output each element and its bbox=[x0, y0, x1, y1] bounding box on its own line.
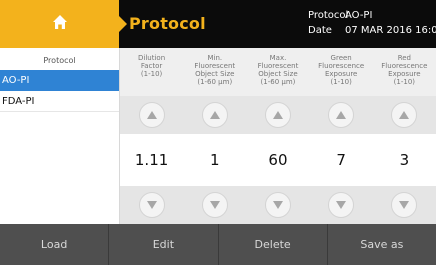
column-headers: Dilution Factor (1-10) Min. Fluorescent Ob… bbox=[120, 48, 436, 96]
protocol-item-ao-pi[interactable]: AO-PI bbox=[0, 70, 119, 91]
chevron-up-icon bbox=[336, 111, 347, 119]
protocol-label: Protocol bbox=[308, 10, 349, 21]
home-button[interactable] bbox=[0, 0, 119, 48]
column-header: Max. Fluorescent Object Size (1-60 µm) bbox=[246, 48, 309, 96]
decrement-cell bbox=[246, 186, 309, 224]
decrement-cell bbox=[120, 186, 183, 224]
parameter-value[interactable]: 7 bbox=[310, 134, 373, 186]
parameter-value[interactable]: 3 bbox=[373, 134, 436, 186]
increment-cell bbox=[246, 96, 309, 134]
column-range: (1-10) bbox=[393, 78, 416, 86]
decrement-cell bbox=[310, 186, 373, 224]
increment-cell bbox=[120, 96, 183, 134]
chevron-up-icon bbox=[146, 111, 157, 119]
increment-row bbox=[120, 96, 436, 134]
parameter-value[interactable]: 1.11 bbox=[120, 134, 183, 186]
edit-button[interactable]: Edit bbox=[109, 224, 219, 265]
title-arrow bbox=[119, 16, 127, 32]
decrement-row bbox=[120, 186, 436, 224]
value-row: 1.11 1 60 7 3 bbox=[120, 134, 436, 186]
protocol-list: Protocol AO-PI FDA-PI bbox=[0, 48, 119, 224]
column-title: Green Fluorescence Exposure bbox=[318, 54, 365, 78]
protocol-value: AO-PI bbox=[345, 10, 373, 21]
decrement-button[interactable] bbox=[328, 192, 355, 218]
increment-button[interactable] bbox=[138, 102, 165, 128]
parameter-value[interactable]: 1 bbox=[183, 134, 246, 186]
chevron-up-icon bbox=[209, 111, 220, 119]
column-range: (1-60 µm) bbox=[197, 78, 233, 86]
column-title: Red Fluorescence Exposure bbox=[381, 54, 428, 78]
chevron-down-icon bbox=[336, 201, 347, 209]
increment-cell bbox=[310, 96, 373, 134]
decrement-button[interactable] bbox=[201, 192, 228, 218]
column-range: (1-10) bbox=[330, 78, 352, 86]
column-title: Dilution Factor bbox=[138, 54, 166, 70]
chevron-down-icon bbox=[399, 201, 410, 209]
save-as-button[interactable]: Save as bbox=[328, 224, 436, 265]
chevron-down-icon bbox=[272, 201, 283, 209]
delete-button[interactable]: Delete bbox=[219, 224, 328, 265]
increment-button[interactable] bbox=[391, 102, 418, 128]
column-title: Max. Fluorescent Object Size bbox=[257, 54, 299, 78]
column-range: (1-10) bbox=[140, 70, 163, 78]
column-header: Dilution Factor (1-10) bbox=[120, 48, 183, 96]
increment-button[interactable] bbox=[264, 102, 291, 128]
decrement-button[interactable] bbox=[391, 192, 418, 218]
increment-cell bbox=[183, 96, 246, 134]
decrement-button[interactable] bbox=[264, 192, 291, 218]
date-label: Date bbox=[308, 25, 332, 36]
decrement-cell bbox=[183, 186, 246, 224]
chevron-up-icon bbox=[399, 111, 410, 119]
protocol-list-header: Protocol bbox=[43, 56, 76, 65]
chevron-up-icon bbox=[272, 111, 283, 119]
decrement-button[interactable] bbox=[138, 192, 165, 218]
column-header: Min. Fluorescent Object Size (1-60 µm) bbox=[183, 48, 246, 96]
date-value: 07 MAR 2016 16:00 bbox=[345, 25, 436, 36]
parameter-panel: Dilution Factor (1-10) Min. Fluorescent Ob… bbox=[120, 48, 436, 224]
chevron-down-icon bbox=[209, 201, 220, 209]
load-button[interactable]: Load bbox=[0, 224, 110, 265]
chevron-down-icon bbox=[146, 201, 157, 209]
column-header: Red Fluorescence Exposure (1-10) bbox=[373, 48, 436, 96]
column-header: Green Fluorescence Exposure (1-10) bbox=[310, 48, 373, 96]
decrement-cell bbox=[373, 186, 436, 224]
column-title: Min. Fluorescent Object Size bbox=[194, 54, 236, 78]
protocol-item-fda-pi[interactable]: FDA-PI bbox=[0, 91, 119, 112]
header-bar: Protocol Protocol AO-PI Date 07 MAR 2016… bbox=[0, 0, 436, 48]
column-range: (1-60 µm) bbox=[260, 78, 296, 86]
parameter-value[interactable]: 60 bbox=[246, 134, 309, 186]
increment-button[interactable] bbox=[201, 102, 228, 128]
increment-button[interactable] bbox=[328, 102, 355, 128]
protocol-meta: Protocol AO-PI Date 07 MAR 2016 16:00 bbox=[308, 8, 436, 38]
increment-cell bbox=[373, 96, 436, 134]
home-icon bbox=[52, 14, 68, 34]
footer-toolbar: Load Edit Delete Save as bbox=[0, 224, 436, 265]
page-title: Protocol bbox=[129, 14, 206, 33]
